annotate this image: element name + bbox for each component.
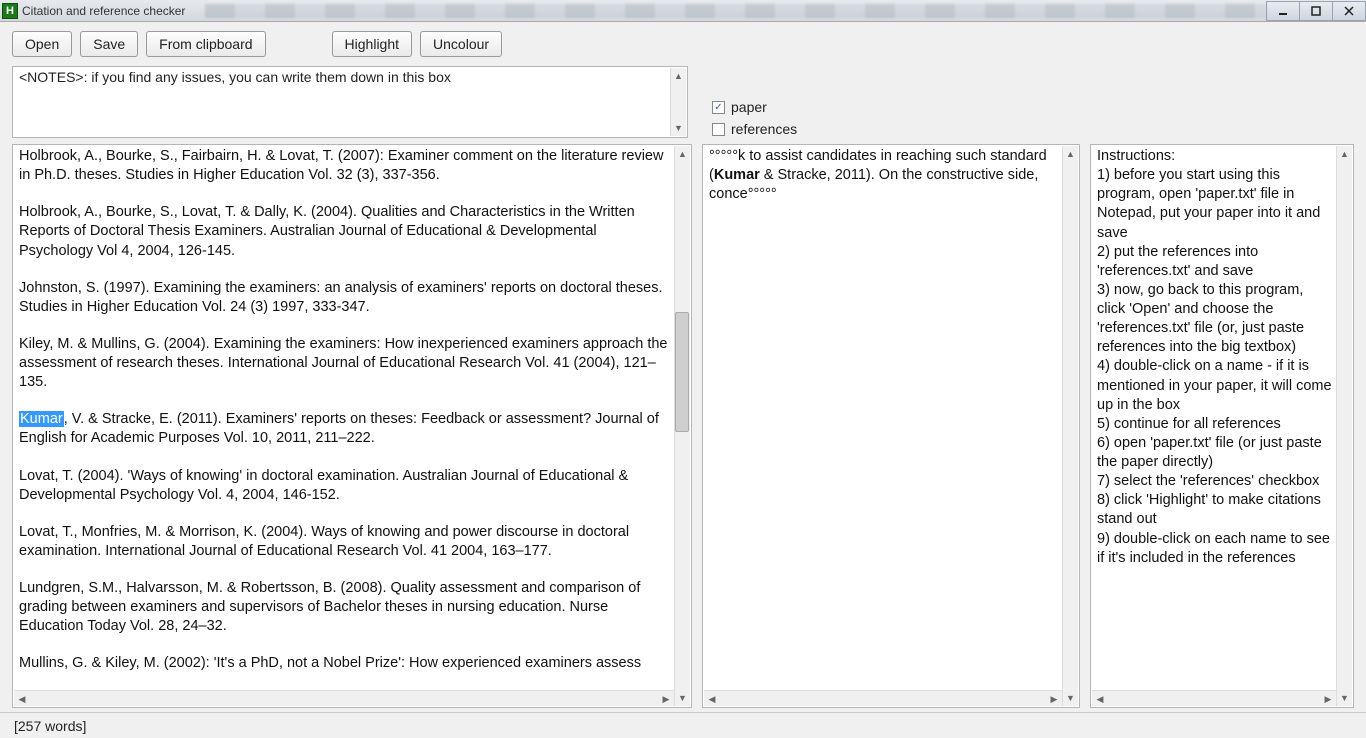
reference-entry[interactable]: Holbrook, A., Bourke, S., Lovat, T. & Da… bbox=[19, 203, 671, 260]
references-content[interactable]: Holbrook, A., Bourke, S., Fairbairn, H. … bbox=[19, 147, 671, 687]
instruction-line: 9) double-click on each name to see if i… bbox=[1097, 530, 1333, 568]
instructions-pane[interactable]: Instructions:1) before you start using t… bbox=[1090, 144, 1354, 708]
instruction-line: 5) continue for all references bbox=[1097, 415, 1333, 434]
paper-content[interactable]: °°°°°k to assist candidates in reaching … bbox=[709, 147, 1059, 687]
references-scrollbar-horizontal[interactable]: ◀ ▶ bbox=[14, 690, 674, 706]
minimize-button[interactable] bbox=[1266, 1, 1300, 21]
references-scrollbar-vertical[interactable]: ▲ ▼ bbox=[674, 146, 690, 706]
instructions-scrollbar-vertical[interactable]: ▲ ▼ bbox=[1336, 146, 1352, 706]
notes-textbox[interactable]: <NOTES>: if you find any issues, you can… bbox=[12, 66, 688, 138]
notes-scrollbar-vertical[interactable]: ▲ ▼ bbox=[670, 68, 686, 136]
word-count: [257 words] bbox=[14, 718, 86, 734]
reference-entry[interactable]: Lovat, T., Monfries, M. & Morrison, K. (… bbox=[19, 523, 671, 561]
paper-pane[interactable]: °°°°°k to assist candidates in reaching … bbox=[702, 144, 1080, 708]
instruction-line: 1) before you start using this program, … bbox=[1097, 166, 1333, 243]
scroll-left-icon[interactable]: ◀ bbox=[704, 691, 720, 707]
paper-scrollbar-horizontal[interactable]: ◀ ▶ bbox=[704, 690, 1062, 706]
app-icon: H bbox=[2, 3, 18, 19]
scroll-down-icon[interactable]: ▼ bbox=[671, 120, 686, 136]
titlebar: H Citation and reference checker bbox=[0, 0, 1366, 22]
uncolour-button[interactable]: Uncolour bbox=[420, 31, 502, 57]
reference-entry[interactable]: Kumar, V. & Stracke, E. (2011). Examiner… bbox=[19, 410, 671, 448]
instructions-scrollbar-horizontal[interactable]: ◀ ▶ bbox=[1092, 690, 1336, 706]
reference-entry[interactable]: Mullins, G. & Kiley, M. (2002): 'It's a … bbox=[19, 654, 671, 673]
scroll-up-icon[interactable]: ▲ bbox=[675, 146, 690, 162]
window-title: Citation and reference checker bbox=[22, 4, 185, 18]
paper-checkbox[interactable]: ✓ bbox=[712, 101, 725, 114]
scroll-thumb[interactable] bbox=[675, 312, 689, 432]
save-button[interactable]: Save bbox=[80, 31, 138, 57]
maximize-button[interactable] bbox=[1299, 1, 1333, 21]
reference-entry[interactable]: Kiley, M. & Mullins, G. (2004). Examinin… bbox=[19, 335, 671, 392]
reference-entry[interactable]: Lundgren, S.M., Halvarsson, M. & Roberts… bbox=[19, 579, 671, 636]
scroll-up-icon[interactable]: ▲ bbox=[1063, 146, 1078, 162]
references-checkbox-label: references bbox=[731, 121, 797, 137]
scroll-up-icon[interactable]: ▲ bbox=[671, 68, 686, 84]
scroll-down-icon[interactable]: ▼ bbox=[675, 690, 690, 706]
paper-scrollbar-vertical[interactable]: ▲ ▼ bbox=[1062, 146, 1078, 706]
instructions-content: Instructions:1) before you start using t… bbox=[1097, 147, 1333, 687]
notes-text: <NOTES>: if you find any issues, you can… bbox=[13, 67, 687, 87]
close-button[interactable] bbox=[1332, 1, 1366, 21]
scroll-right-icon[interactable]: ▶ bbox=[1320, 691, 1336, 707]
instruction-line: 3) now, go back to this program, click '… bbox=[1097, 281, 1333, 358]
reference-entry[interactable]: Lovat, T. (2004). 'Ways of knowing' in d… bbox=[19, 467, 671, 505]
paper-checkbox-label: paper bbox=[731, 99, 767, 115]
selected-word: Kumar bbox=[19, 411, 64, 427]
window-controls bbox=[1267, 1, 1366, 21]
instruction-line: 4) double-click on a name - if it is men… bbox=[1097, 357, 1333, 414]
paper-match-word: Kumar bbox=[714, 167, 760, 183]
highlight-button[interactable]: Highlight bbox=[332, 31, 412, 57]
scroll-right-icon[interactable]: ▶ bbox=[658, 691, 674, 707]
instruction-line: 7) select the 'references' checkbox bbox=[1097, 472, 1333, 491]
reference-entry[interactable]: Holbrook, A., Bourke, S., Fairbairn, H. … bbox=[19, 147, 671, 185]
toolbar: Open Save From clipboard Highlight Uncol… bbox=[0, 22, 1366, 66]
instruction-line: 8) click 'Highlight' to make citations s… bbox=[1097, 491, 1333, 529]
titlebar-background bbox=[205, 4, 1267, 18]
from-clipboard-button[interactable]: From clipboard bbox=[146, 31, 265, 57]
instruction-line: 2) put the references into 'references.t… bbox=[1097, 243, 1333, 281]
status-bar: [257 words] bbox=[0, 712, 1366, 738]
scroll-down-icon[interactable]: ▼ bbox=[1063, 690, 1078, 706]
scroll-left-icon[interactable]: ◀ bbox=[14, 691, 30, 707]
open-button[interactable]: Open bbox=[12, 31, 72, 57]
references-pane[interactable]: Holbrook, A., Bourke, S., Fairbairn, H. … bbox=[12, 144, 692, 708]
instruction-line: 6) open 'paper.txt' file (or just paste … bbox=[1097, 434, 1333, 472]
references-checkbox[interactable] bbox=[712, 123, 725, 136]
instructions-heading: Instructions: bbox=[1097, 147, 1333, 166]
scroll-right-icon[interactable]: ▶ bbox=[1046, 691, 1062, 707]
scroll-up-icon[interactable]: ▲ bbox=[1337, 146, 1352, 162]
reference-entry[interactable]: Johnston, S. (1997). Examining the exami… bbox=[19, 279, 671, 317]
scroll-left-icon[interactable]: ◀ bbox=[1092, 691, 1108, 707]
scroll-down-icon[interactable]: ▼ bbox=[1337, 690, 1352, 706]
main-area: Holbrook, A., Bourke, S., Fairbairn, H. … bbox=[0, 144, 1366, 712]
view-toggles: ✓ paper references bbox=[712, 96, 797, 140]
